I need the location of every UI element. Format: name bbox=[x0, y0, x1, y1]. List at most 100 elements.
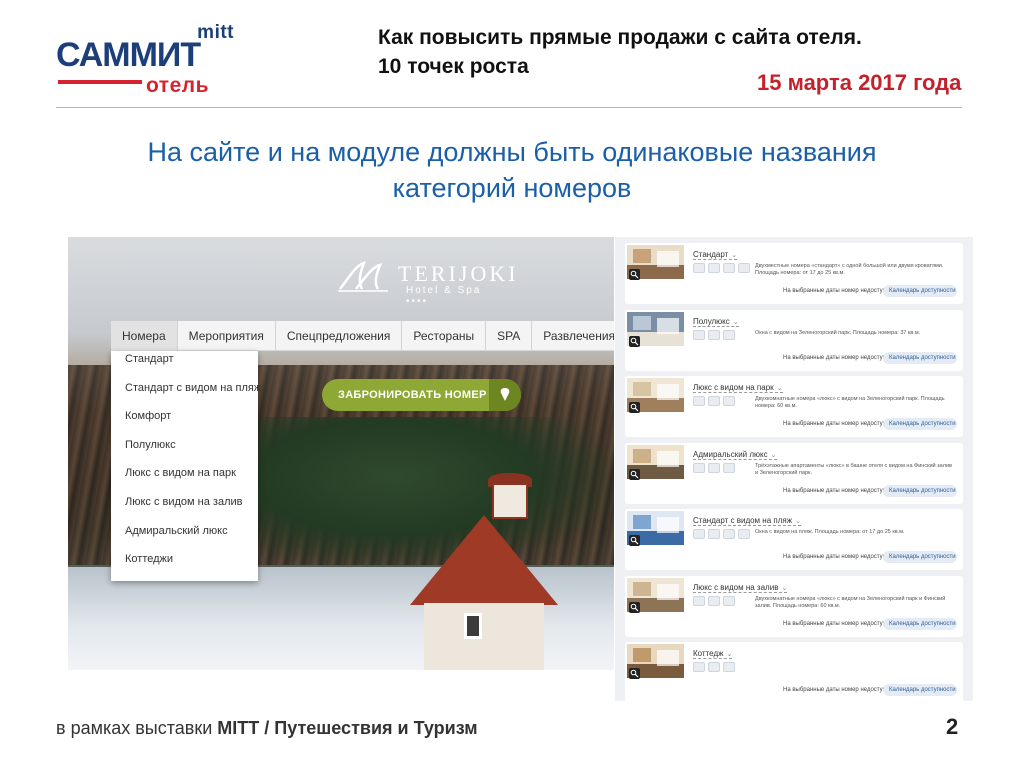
headline-line2: категорий номеров bbox=[392, 173, 632, 203]
room-description: Окна с видом на пляж. Площадь номера: от… bbox=[755, 529, 905, 535]
amenity-icons bbox=[693, 662, 735, 672]
availability-status: На выбранные даты номер недоступен bbox=[783, 288, 893, 294]
amenity-icons bbox=[693, 462, 735, 473]
zoom-icon[interactable] bbox=[629, 668, 640, 679]
terijoki-logo[interactable]: TERIJOKI Hotel & Spa •••• bbox=[338, 257, 516, 307]
headline-line1: На сайте и на модуле должны быть одинако… bbox=[147, 137, 877, 167]
amenity-icon bbox=[693, 662, 705, 672]
pin-icon bbox=[500, 388, 510, 401]
amenity-icon bbox=[708, 529, 720, 539]
zoom-icon[interactable] bbox=[629, 535, 640, 546]
nav-tab-events[interactable]: Мероприятия bbox=[178, 321, 276, 351]
dropdown-item-suite-bay[interactable]: Люкс с видом на залив bbox=[111, 496, 258, 525]
logo-red-bar bbox=[58, 80, 142, 84]
amenity-icon bbox=[708, 329, 720, 340]
brand-subtitle: Hotel & Spa •••• bbox=[406, 285, 482, 307]
booking-module-screenshot: Стандарт ⌄ Двухместные номера «стандарт» с… bbox=[615, 237, 973, 703]
room-card[interactable]: Люкс с видом на залив ⌄ Двухкомнатные номе… bbox=[625, 575, 963, 637]
room-name[interactable]: Люкс с видом на парк ⌄ bbox=[693, 383, 783, 393]
amenity-icon bbox=[708, 396, 720, 406]
chevron-down-icon: ⌄ bbox=[770, 451, 777, 459]
zoom-icon[interactable] bbox=[629, 402, 640, 413]
book-room-label: ЗАБРОНИРОВАТЬ НОМЕР bbox=[338, 389, 487, 401]
availability-calendar-button[interactable]: Календарь доступности bbox=[883, 551, 957, 563]
amenity-icon bbox=[693, 396, 705, 406]
amenity-icon bbox=[693, 529, 705, 539]
amenity-icons bbox=[693, 595, 735, 606]
tower-lantern bbox=[492, 483, 528, 519]
dropdown-item-junior-suite[interactable]: Полулюкс bbox=[111, 439, 258, 468]
dropdown-item-standard-beach[interactable]: Стандарт с видом на пляж bbox=[111, 382, 261, 411]
nav-tab-spa[interactable]: SPA bbox=[486, 321, 533, 351]
amenity-icon bbox=[738, 529, 750, 539]
dropdown-item-standard[interactable]: Стандарт bbox=[111, 353, 258, 382]
site-main-nav: Номера Мероприятия Спецпредложения Ресто… bbox=[111, 321, 614, 351]
page-number: 2 bbox=[946, 714, 959, 739]
zoom-icon[interactable] bbox=[629, 601, 640, 613]
dropdown-item-admiral-suite[interactable]: Адмиральский люкс bbox=[111, 525, 258, 554]
room-name[interactable]: Стандарт с видом на пляж ⌄ bbox=[693, 516, 801, 526]
dropdown-item-cottages[interactable]: Коттеджи bbox=[111, 553, 258, 582]
nav-tab-entertainment[interactable]: Развлечения bbox=[532, 321, 614, 351]
header-divider bbox=[56, 107, 962, 108]
amenity-icon bbox=[708, 662, 720, 672]
room-description: Двухкомнатные номера «люкс» с видом на З… bbox=[755, 595, 946, 609]
availability-status: На выбранные даты номер недоступен bbox=[783, 421, 893, 427]
amenity-icon bbox=[693, 462, 705, 473]
availability-status: На выбранные даты номер недоступен bbox=[783, 354, 893, 361]
chevron-down-icon: ⌄ bbox=[776, 385, 783, 392]
room-name[interactable]: Коттедж ⌄ bbox=[693, 649, 733, 659]
nav-tab-rooms[interactable]: Номера bbox=[111, 321, 178, 351]
tower-roof bbox=[410, 515, 558, 605]
availability-calendar-button[interactable]: Календарь доступности bbox=[883, 684, 957, 696]
zoom-icon[interactable] bbox=[629, 468, 640, 480]
availability-calendar-button[interactable]: Календарь доступности bbox=[883, 351, 957, 364]
amenity-icons bbox=[693, 396, 735, 406]
amenity-icons bbox=[693, 263, 750, 273]
logo-summit-text: САММИТ bbox=[56, 36, 201, 74]
amenity-icon bbox=[693, 263, 705, 273]
nav-tab-offers[interactable]: Спецпредложения bbox=[276, 321, 403, 351]
logo-mitt-text: mitt bbox=[197, 22, 234, 43]
room-name[interactable]: Адмиральский люкс ⌄ bbox=[693, 450, 777, 460]
footer-prefix: в рамках выставки bbox=[56, 718, 218, 738]
mitt-summit-logo: mitt САММИТ отель bbox=[56, 22, 246, 97]
room-name[interactable]: Стандарт ⌄ bbox=[693, 250, 738, 260]
terijoki-wave-icon bbox=[338, 261, 388, 292]
book-button-cap bbox=[489, 379, 521, 411]
dropdown-item-comfort[interactable]: Комфорт bbox=[111, 410, 258, 439]
dropdown-item-suite-park[interactable]: Люкс с видом на парк bbox=[111, 467, 258, 496]
zoom-icon[interactable] bbox=[629, 335, 640, 347]
tower-window bbox=[464, 613, 482, 639]
nav-tab-restaurants[interactable]: Рестораны bbox=[402, 321, 487, 351]
room-card[interactable]: Адмиральский люкс ⌄ Трёхэтажные апартамент… bbox=[625, 442, 963, 504]
availability-calendar-button[interactable]: Календарь доступности bbox=[883, 484, 957, 497]
footer-caption: в рамках выставки MITT / Путешествия и Т… bbox=[56, 718, 478, 739]
amenity-icon bbox=[723, 662, 735, 672]
slide-headline: На сайте и на модуле должны быть одинако… bbox=[60, 134, 964, 206]
room-card[interactable]: Полулюкс ⌄ Окна с видом на Зеленогорский п… bbox=[625, 309, 963, 371]
rooms-dropdown-menu: Стандарт Стандарт с видом на пляж Комфор… bbox=[111, 351, 261, 582]
room-description: Двухкомнатные номера «люкс» с видом на З… bbox=[755, 396, 945, 409]
room-name[interactable]: Люкс с видом на залив ⌄ bbox=[693, 583, 788, 593]
slide-title-line1: Как повысить прямые продажи с сайта отел… bbox=[378, 26, 862, 49]
zoom-icon[interactable] bbox=[629, 269, 640, 280]
room-card[interactable]: Коттедж ⌄ На выбранные даты номер недоступ… bbox=[625, 642, 963, 703]
availability-calendar-button[interactable]: Календарь доступности bbox=[883, 285, 957, 297]
logo-hotel-text: отель bbox=[146, 74, 210, 97]
hotel-website-screenshot: TERIJOKI Hotel & Spa •••• Номера Меропри… bbox=[68, 237, 614, 670]
room-card[interactable]: Люкс с видом на парк ⌄ Двухкомнатные номер… bbox=[625, 376, 963, 437]
room-card[interactable]: Стандарт с видом на пляж ⌄ Окна с видом на… bbox=[625, 509, 963, 570]
event-date: 15 марта 2017 года bbox=[757, 70, 962, 95]
availability-calendar-button[interactable]: Календарь доступности bbox=[883, 617, 957, 630]
amenity-icon bbox=[693, 595, 705, 606]
book-room-button[interactable]: ЗАБРОНИРОВАТЬ НОМЕР bbox=[322, 379, 521, 411]
amenity-icon bbox=[708, 595, 720, 606]
amenity-icon bbox=[723, 396, 735, 406]
availability-status: На выбранные даты номер недоступен bbox=[783, 487, 893, 494]
amenity-icon bbox=[723, 529, 735, 539]
room-card[interactable]: Стандарт ⌄ Двухместные номера «стандарт» с… bbox=[625, 243, 963, 304]
availability-calendar-button[interactable]: Календарь доступности bbox=[883, 418, 957, 430]
amenity-icons bbox=[693, 329, 735, 340]
room-name[interactable]: Полулюкс ⌄ bbox=[693, 317, 739, 327]
